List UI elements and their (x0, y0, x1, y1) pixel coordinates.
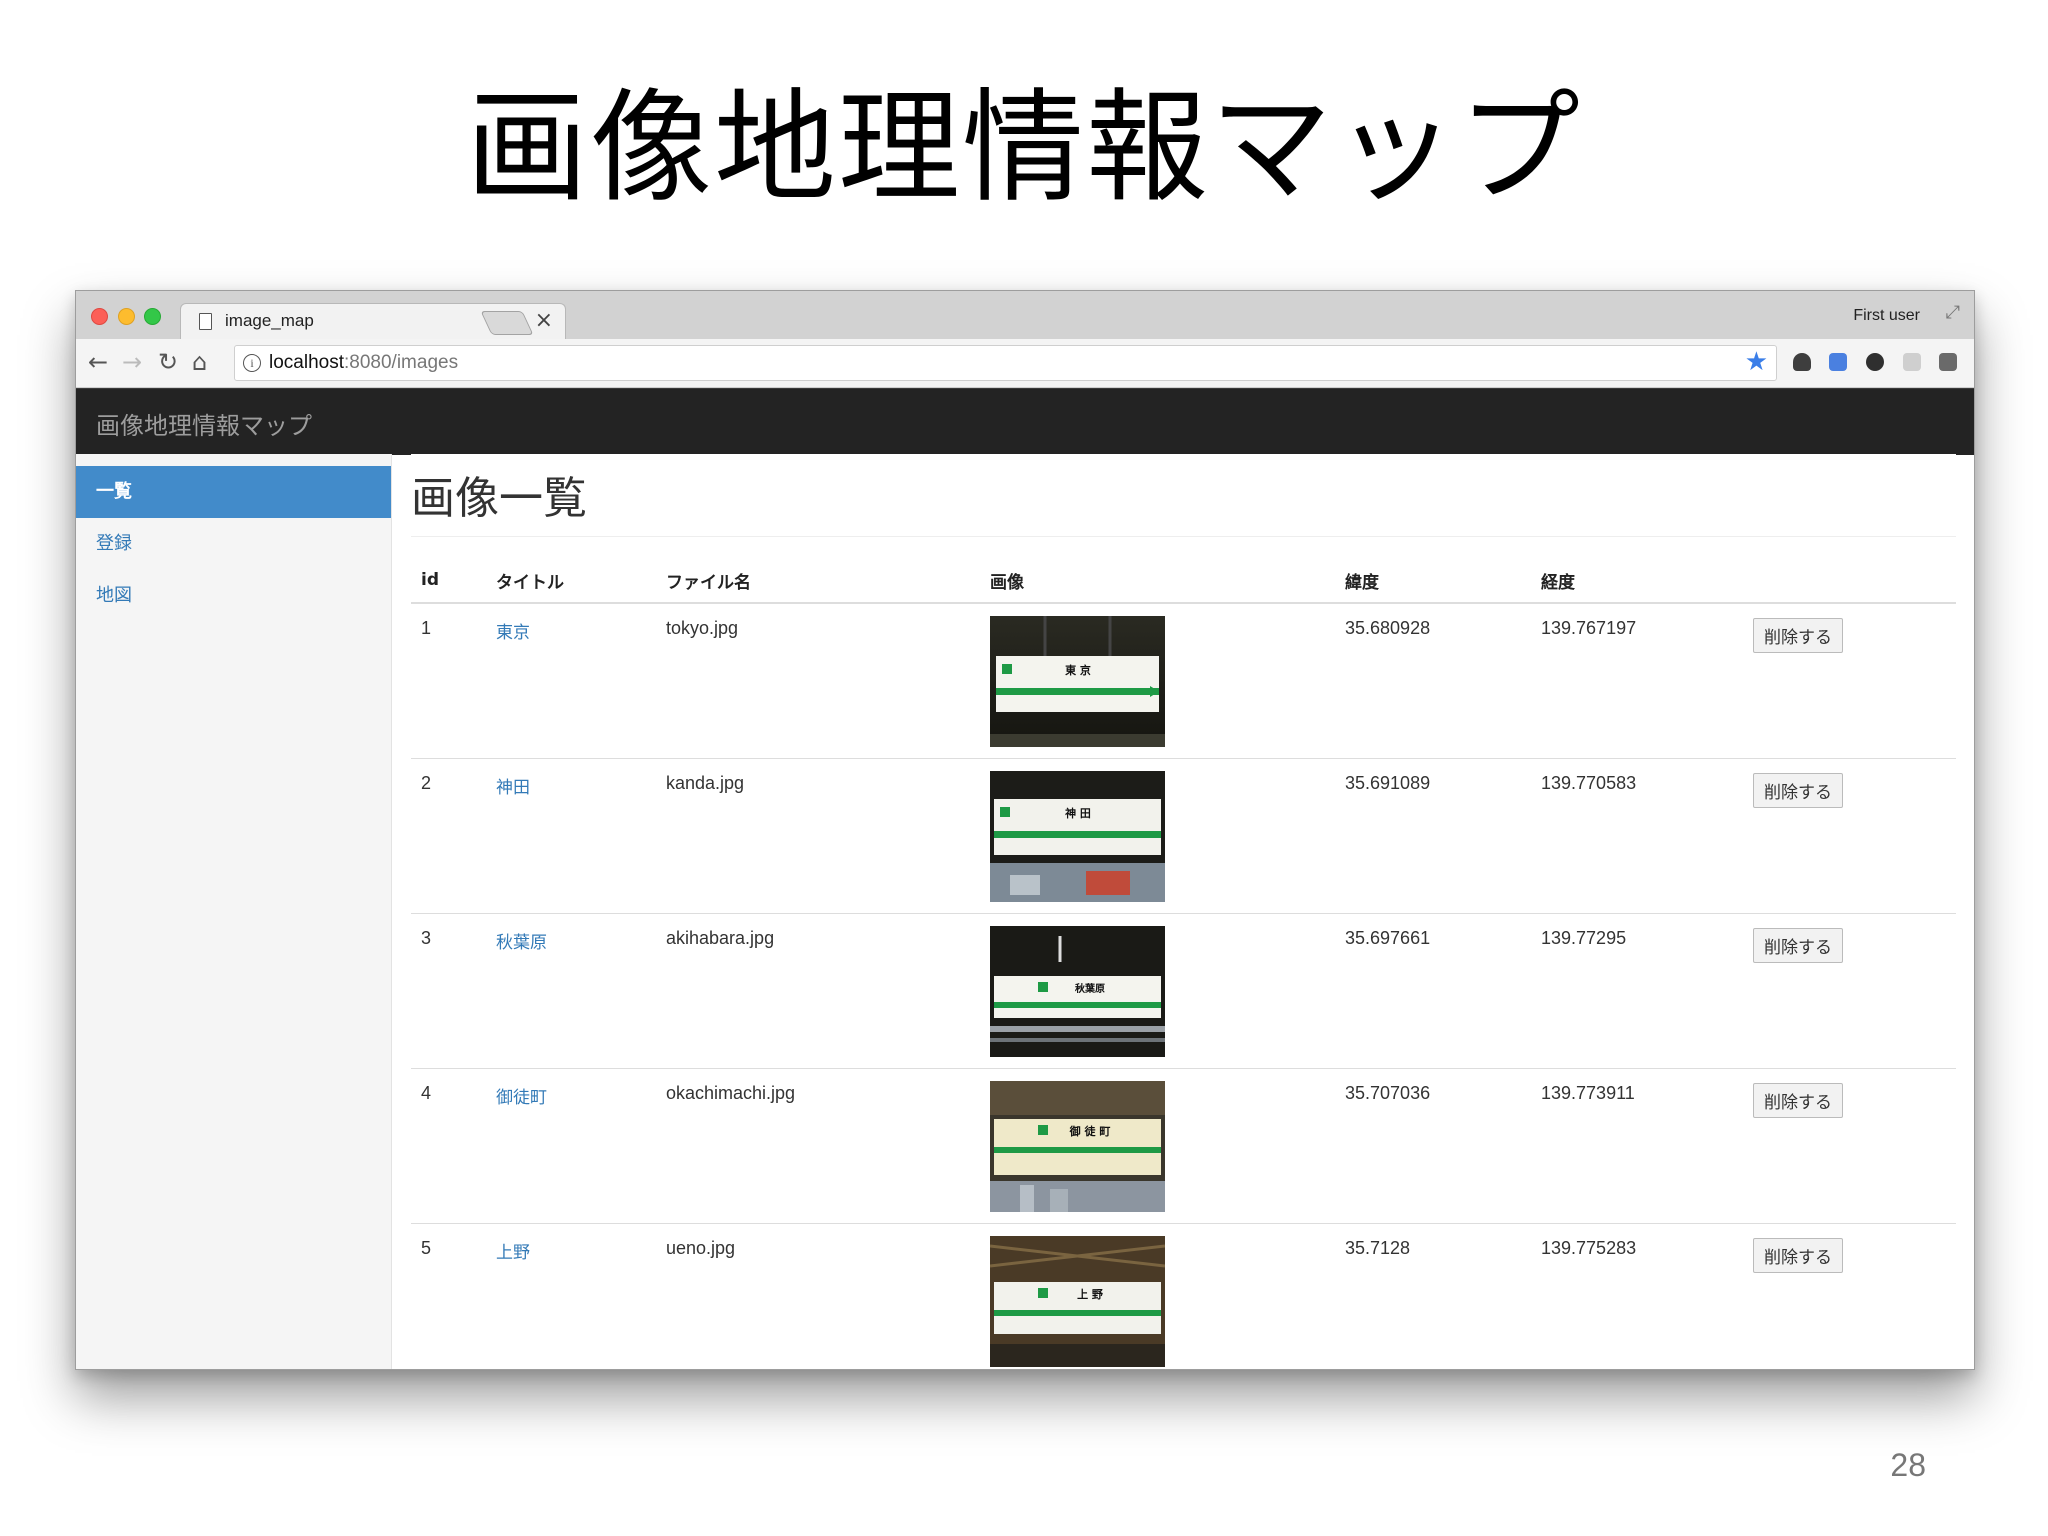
delete-button[interactable]: 削除する (1753, 773, 1843, 808)
image-title-link[interactable]: 秋葉原 (496, 933, 547, 953)
sidebar-item-register[interactable]: 登録 (76, 518, 391, 570)
cell-longitude: 139.77295 (1531, 913, 1743, 1069)
column-header-title: タイトル (486, 558, 656, 604)
cell-longitude: 139.767197 (1531, 602, 1743, 759)
zoom-window-button[interactable] (144, 308, 161, 325)
info-icon[interactable]: i (243, 354, 261, 372)
table-row: 2 神田 kanda.jpg 神 田 35.691089 139.770583 … (411, 758, 1956, 914)
address-bar[interactable]: i localhost:8080/images ★ (234, 345, 1777, 381)
table-row: 1 東京 tokyo.jpg 東 京 35.680928 139.767197 … (411, 602, 1956, 759)
home-icon[interactable]: ⌂ (192, 347, 207, 377)
delete-button[interactable]: 削除する (1753, 1238, 1843, 1273)
profile-user-label[interactable]: First user (1853, 307, 1920, 325)
tab-bar: image_map × First user ⤢ (76, 291, 1974, 340)
cell-filename: okachimachi.jpg (656, 1068, 980, 1224)
sidebar-item-map[interactable]: 地図 (76, 570, 391, 622)
table-row: 5 上野 ueno.jpg 上 野 35.7128 139.775283 削除す… (411, 1223, 1956, 1369)
sign-station-text: 御 徒 町 (1069, 1124, 1111, 1138)
url-path: :8080/images (344, 352, 459, 373)
cell-filename: tokyo.jpg (656, 602, 980, 759)
close-window-button[interactable] (91, 308, 108, 325)
table-row: 4 御徒町 okachimachi.jpg 御 徒 町 35.707036 13… (411, 1068, 1956, 1224)
cell-id: 5 (411, 1223, 486, 1369)
column-header-actions (1743, 558, 1956, 604)
slide-title: 画像地理情報マップ (466, 77, 1582, 219)
cell-id: 2 (411, 758, 486, 914)
browser-window: image_map × First user ⤢ ← → ↻ ⌂ i local… (75, 290, 1975, 1370)
image-title-link[interactable]: 御徒町 (496, 1088, 547, 1108)
delete-button[interactable]: 削除する (1753, 928, 1843, 963)
cell-latitude: 35.697661 (1335, 913, 1531, 1069)
delete-button[interactable]: 削除する (1753, 1083, 1843, 1118)
page-header: 画像一覧 (411, 466, 1956, 537)
station-sign-thumbnail[interactable]: 東 京 (990, 616, 1165, 747)
table-header-row: id タイトル ファイル名 画像 緯度 経度 (411, 558, 1956, 604)
cell-filename: akihabara.jpg (656, 913, 980, 1069)
page-title: 画像一覧 (411, 473, 587, 524)
sidebar-item-list[interactable]: 一覧 (76, 466, 391, 518)
url-host: localhost (269, 352, 344, 373)
sign-station-text: 上 野 (1077, 1287, 1103, 1301)
station-sign-thumbnail[interactable]: 秋葉原 (990, 926, 1165, 1057)
close-tab-icon[interactable]: × (535, 308, 553, 333)
extension-box-icon[interactable] (1939, 353, 1957, 371)
column-header-id: id (411, 558, 486, 604)
page-number: 28 (1890, 1447, 1926, 1483)
extension-circle-icon[interactable] (1866, 353, 1884, 371)
page-icon (199, 313, 212, 330)
image-title-link[interactable]: 上野 (496, 1243, 530, 1263)
cell-id: 4 (411, 1068, 486, 1224)
column-header-longitude: 経度 (1531, 558, 1743, 604)
column-header-latitude: 緯度 (1335, 558, 1531, 604)
cell-filename: kanda.jpg (656, 758, 980, 914)
tab-title: image_map (225, 311, 314, 330)
sidebar: 一覧 登録 地図 (76, 454, 392, 1369)
reload-icon[interactable]: ↻ (158, 347, 178, 377)
image-title-link[interactable]: 神田 (496, 778, 530, 798)
column-header-filename: ファイル名 (656, 558, 980, 604)
cell-longitude: 139.775283 (1531, 1223, 1743, 1369)
table-row: 3 秋葉原 akihabara.jpg 秋葉原 35.697661 139.77… (411, 913, 1956, 1069)
station-sign-thumbnail[interactable]: 御 徒 町 (990, 1081, 1165, 1212)
column-header-image: 画像 (980, 558, 1335, 604)
main-content: 画像一覧 id タイトル ファイル名 画像 緯度 経度 1 東京 tokyo.j… (411, 454, 1956, 1369)
image-title-link[interactable]: 東京 (496, 623, 530, 643)
cell-latitude: 35.680928 (1335, 602, 1531, 759)
cell-latitude: 35.691089 (1335, 758, 1531, 914)
back-arrow-icon[interactable]: ← (88, 347, 108, 377)
app-brand[interactable]: 画像地理情報マップ (96, 406, 312, 441)
cell-filename: ueno.jpg (656, 1223, 980, 1369)
station-sign-thumbnail[interactable]: 神 田 (990, 771, 1165, 902)
station-sign-thumbnail[interactable]: 上 野 (990, 1236, 1165, 1367)
bookmark-star-icon[interactable]: ★ (1745, 347, 1768, 377)
images-table: id タイトル ファイル名 画像 緯度 経度 1 東京 tokyo.jpg 東 … (411, 558, 1956, 1369)
cell-longitude: 139.773911 (1531, 1068, 1743, 1224)
extension-gray-icon[interactable] (1903, 353, 1921, 371)
cell-id: 1 (411, 602, 486, 759)
translate-extension-icon[interactable] (1829, 353, 1847, 371)
minimize-window-button[interactable] (118, 308, 135, 325)
fullscreen-icon[interactable]: ⤢ (1946, 302, 1960, 323)
sign-station-text: 神 田 (1065, 806, 1091, 820)
browser-toolbar: ← → ↻ ⌂ i localhost:8080/images ★ ⋮ (76, 339, 1974, 388)
cell-latitude: 35.7128 (1335, 1223, 1531, 1369)
sign-station-text: 秋葉原 (1075, 982, 1105, 995)
cell-latitude: 35.707036 (1335, 1068, 1531, 1224)
cell-longitude: 139.770583 (1531, 758, 1743, 914)
url-text[interactable]: localhost:8080/images (269, 352, 458, 374)
evernote-extension-icon[interactable] (1793, 353, 1811, 371)
delete-button[interactable]: 削除する (1753, 618, 1843, 653)
app-navbar: 画像地理情報マップ (76, 388, 1974, 455)
sign-station-text: 東 京 (1065, 663, 1091, 677)
forward-arrow-icon[interactable]: → (122, 347, 142, 377)
cell-id: 3 (411, 913, 486, 1069)
